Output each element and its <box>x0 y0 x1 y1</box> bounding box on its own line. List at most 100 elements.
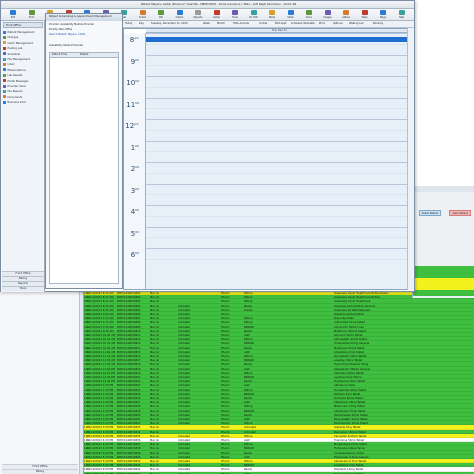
nav-item-icon <box>3 68 6 72</box>
ribbon-button[interactable]: Tasks <box>357 10 373 20</box>
ribbon-button[interactable]: Setup <box>209 10 225 20</box>
hour-line <box>146 97 413 99</box>
col-date-time[interactable]: Date & Time <box>52 53 67 58</box>
calendar-toolbar-item[interactable]: Hide Arrivals <box>233 22 249 25</box>
nav-item-label: Documents <box>7 95 23 99</box>
hour-suffix: am <box>134 36 139 40</box>
ribbon-button[interactable]: Claims <box>172 10 188 20</box>
ribbon-button[interactable]: Exit <box>5 10 21 20</box>
ribbon-button-label: Exit <box>10 16 16 19</box>
calendar-body[interactable] <box>146 33 413 289</box>
hour-line <box>146 162 413 163</box>
ribbon-button[interactable]: Bill <box>153 10 169 20</box>
hour-suffix: 00 <box>135 165 139 169</box>
ribbon-button-label: Help <box>398 16 405 19</box>
nav-item[interactable]: Posting Lab <box>3 46 43 51</box>
nav-item-label: File Management <box>7 58 30 61</box>
ribbon-button-label: Vitals <box>287 16 294 19</box>
col-patient[interactable]: Patient <box>80 53 88 58</box>
half-hour-line <box>146 129 413 131</box>
select-patient-button[interactable]: Select Patient <box>419 210 441 216</box>
ribbon-button[interactable]: Msgs <box>375 10 391 20</box>
availability-field[interactable]: Availability: Medical Provider <box>49 44 119 48</box>
facility-field[interactable]: Facility: Main Office <box>49 28 119 32</box>
ribbon-button[interactable]: Letters <box>338 10 354 20</box>
calendar-toolbar-item[interactable]: Arrival <box>259 22 267 25</box>
nav-item[interactable]: Scheduler <box>3 52 43 57</box>
ribbon-button-icon <box>398 10 405 15</box>
calendar-toolbar-item[interactable]: Waiting List <box>349 22 364 25</box>
left-navigation: Front Office Patient Management Charges Cl… <box>1 21 45 292</box>
background-left-panel: Fundraiser Bids Front Office Billing <box>0 283 80 474</box>
ribbon-button[interactable]: Tools <box>227 10 243 20</box>
nav-header[interactable]: Front Office <box>3 22 43 28</box>
calendar-toolbar-item[interactable]: Today <box>125 22 132 25</box>
ribbon-button-label: Print <box>28 16 35 19</box>
calendar-toolbar-item[interactable]: Options <box>333 22 343 25</box>
dialog-title: Patient Scheduling & Appointment Managem… <box>46 14 122 21</box>
hour-label: 8am <box>130 35 139 44</box>
ribbon-button[interactable]: Docs <box>301 10 317 20</box>
calendar-toolbar-item[interactable]: Edit Appt <box>275 22 287 25</box>
provider-field[interactable]: Provider: Availability Medical Provider <box>49 23 119 27</box>
title-bar[interactable]: Patient Meyers, Caitlin (Brown) F, Dual … <box>1 1 414 9</box>
calendar-toolbar-item[interactable]: Tuesday, December 11, 2013 <box>151 22 188 25</box>
ribbon-button[interactable]: Sched <box>135 10 151 20</box>
hour-label: 100 <box>131 143 139 152</box>
hour-number: 10 <box>126 79 136 87</box>
ribbon-button[interactable]: Print <box>24 10 40 20</box>
ribbon-button-icon <box>269 10 275 15</box>
nav-item[interactable]: Fax Reports <box>3 89 43 94</box>
hour-suffix: 00 <box>135 143 139 148</box>
ribbon-button[interactable]: Images <box>320 10 336 20</box>
ribbon-button-icon <box>10 10 16 15</box>
ribbon-button-label: Reports <box>193 16 203 19</box>
half-hour-line <box>146 258 413 260</box>
hour-label: 300 <box>131 186 139 195</box>
calendar-toolbar-item[interactable]: Week <box>203 22 210 25</box>
half-hour-line <box>146 194 413 196</box>
hour-suffix: 00 <box>135 251 139 255</box>
calendar-toolbar-item[interactable]: Print <box>319 22 325 25</box>
ribbon-button[interactable]: Help <box>394 10 410 20</box>
nav-item[interactable]: Business Intel <box>3 100 43 105</box>
ribbon-button-icon <box>176 10 183 15</box>
ribbon-button-icon <box>195 10 201 15</box>
ribbon-button-label: Msgs <box>380 16 386 19</box>
ribbon-button-icon <box>28 10 35 15</box>
ribbon-button-icon <box>361 10 368 15</box>
ribbon-button-label: Meds <box>268 16 276 19</box>
clear-patient-button[interactable]: Clear Patient <box>449 210 471 216</box>
ribbon-button-icon <box>250 10 257 15</box>
calendar-toolbar-item[interactable]: Schedule Template <box>291 22 315 25</box>
hour-label: 900 <box>131 57 139 66</box>
nav-item-label: Posting Lab <box>7 47 23 51</box>
hour-line <box>146 119 413 120</box>
nav-item[interactable]: Charges <box>3 35 43 40</box>
right-panel-header <box>413 186 474 192</box>
scheduler-window: Patient Meyers, Caitlin (Brown) F, Dual … <box>0 0 415 292</box>
calendar-toolbar-item[interactable]: Month <box>217 22 225 25</box>
nav-item[interactable]: Inbox <box>3 62 43 67</box>
nav-item-icon <box>3 35 6 39</box>
nav-footer-tools[interactable]: Tools <box>2 286 44 291</box>
nav-item[interactable]: Portal Messages <box>3 79 43 84</box>
calendar-toolbar-item[interactable]: Day <box>139 22 144 25</box>
ribbon-button[interactable]: Meds <box>264 10 280 20</box>
nav-item-icon <box>3 84 6 88</box>
bg-footer-billing[interactable]: Billing <box>2 469 78 474</box>
half-hour-line <box>146 172 413 174</box>
search-patient-field[interactable]: Search Patient: Meyers, Caitlin <box>49 33 119 37</box>
ribbon-button[interactable]: Vitals <box>283 10 299 20</box>
ribbon-button[interactable]: Rx Hist <box>246 10 262 20</box>
calendar-toolbar-item[interactable]: Booking <box>373 22 383 25</box>
hour-line <box>146 183 413 185</box>
background-window: Fundraiser Bids Front Office Billing 12/… <box>0 283 474 474</box>
nav-item[interactable]: Lab Results <box>3 73 43 78</box>
selected-time-slot[interactable] <box>146 37 413 42</box>
calendar-scrollbar[interactable] <box>407 28 414 290</box>
nav-item-icon <box>3 95 6 99</box>
nav-item-icon <box>3 89 6 93</box>
ribbon-button[interactable]: Reports <box>190 10 206 20</box>
hour-number: 12 <box>125 122 135 130</box>
